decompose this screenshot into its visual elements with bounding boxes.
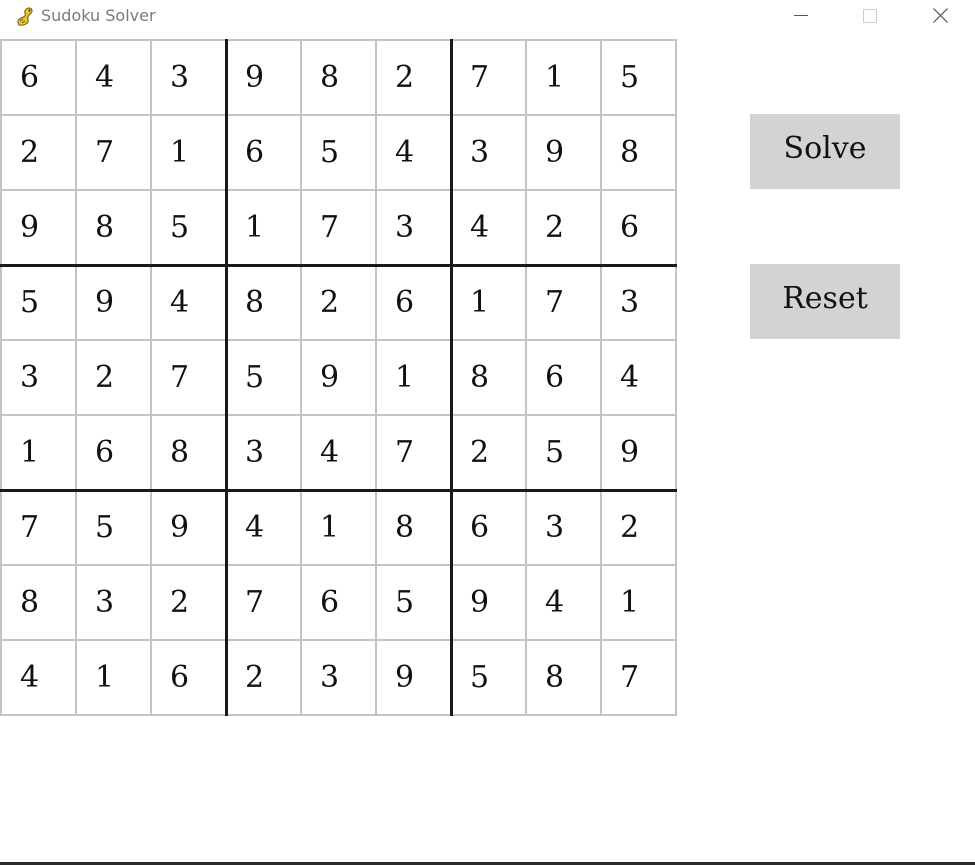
sudoku-cell[interactable]: 5 xyxy=(376,565,451,640)
sudoku-cell[interactable]: 6 xyxy=(301,565,376,640)
sudoku-cell[interactable]: 3 xyxy=(301,640,376,715)
sudoku-cell[interactable]: 2 xyxy=(376,40,451,115)
sudoku-cell[interactable]: 5 xyxy=(1,265,76,340)
sudoku-cell[interactable]: 3 xyxy=(151,40,226,115)
sudoku-cell[interactable]: 7 xyxy=(226,565,301,640)
sudoku-cell[interactable]: 3 xyxy=(601,265,676,340)
sudoku-cell[interactable]: 3 xyxy=(76,565,151,640)
sudoku-cell[interactable]: 9 xyxy=(226,40,301,115)
sudoku-cell[interactable]: 6 xyxy=(601,190,676,265)
sudoku-cell[interactable]: 7 xyxy=(151,340,226,415)
python-snake-icon xyxy=(14,5,36,27)
sudoku-cell[interactable]: 4 xyxy=(451,190,526,265)
sudoku-cell[interactable]: 6 xyxy=(76,415,151,490)
sudoku-cell[interactable]: 2 xyxy=(451,415,526,490)
sudoku-cell[interactable]: 1 xyxy=(526,40,601,115)
solve-button[interactable]: Solve xyxy=(750,114,900,189)
sudoku-cell[interactable]: 1 xyxy=(226,190,301,265)
sudoku-cell[interactable]: 6 xyxy=(151,640,226,715)
sudoku-cell[interactable]: 6 xyxy=(526,340,601,415)
sudoku-cell[interactable]: 4 xyxy=(151,265,226,340)
app-window: Sudoku Solver 64398271527165439898517342… xyxy=(0,0,975,865)
sudoku-cell[interactable]: 8 xyxy=(226,265,301,340)
sudoku-cell[interactable]: 7 xyxy=(76,115,151,190)
sudoku-cell[interactable]: 8 xyxy=(1,565,76,640)
sudoku-cell[interactable]: 5 xyxy=(301,115,376,190)
sudoku-cell[interactable]: 8 xyxy=(376,490,451,565)
sudoku-cell[interactable]: 9 xyxy=(526,115,601,190)
sudoku-cell[interactable]: 7 xyxy=(526,265,601,340)
sudoku-cell[interactable]: 1 xyxy=(151,115,226,190)
sudoku-cell[interactable]: 1 xyxy=(76,640,151,715)
sudoku-cell[interactable]: 6 xyxy=(376,265,451,340)
sudoku-cell[interactable]: 3 xyxy=(226,415,301,490)
sudoku-cell[interactable]: 8 xyxy=(451,340,526,415)
sudoku-cell[interactable]: 2 xyxy=(601,490,676,565)
sudoku-cell[interactable]: 7 xyxy=(601,640,676,715)
sudoku-cell[interactable]: 1 xyxy=(451,265,526,340)
sudoku-cell[interactable]: 9 xyxy=(1,190,76,265)
sudoku-cell[interactable]: 1 xyxy=(301,490,376,565)
sudoku-cell[interactable]: 2 xyxy=(526,190,601,265)
sudoku-cell[interactable]: 2 xyxy=(151,565,226,640)
sudoku-cell[interactable]: 4 xyxy=(76,40,151,115)
sudoku-cell[interactable]: 3 xyxy=(1,340,76,415)
sudoku-cell[interactable]: 3 xyxy=(526,490,601,565)
maximize-icon xyxy=(863,9,877,23)
sudoku-cell[interactable]: 1 xyxy=(1,415,76,490)
sudoku-cell[interactable]: 4 xyxy=(301,415,376,490)
sudoku-cell[interactable]: 1 xyxy=(376,340,451,415)
sudoku-cell[interactable]: 7 xyxy=(376,415,451,490)
sudoku-cell[interactable]: 5 xyxy=(526,415,601,490)
sudoku-cell[interactable]: 3 xyxy=(451,115,526,190)
sudoku-cell[interactable]: 4 xyxy=(376,115,451,190)
sudoku-cell[interactable]: 3 xyxy=(376,190,451,265)
sudoku-cell[interactable]: 9 xyxy=(151,490,226,565)
sudoku-cell[interactable]: 7 xyxy=(451,40,526,115)
sudoku-cell[interactable]: 7 xyxy=(301,190,376,265)
sudoku-cell[interactable]: 2 xyxy=(301,265,376,340)
sudoku-cell[interactable]: 6 xyxy=(1,40,76,115)
window-title: Sudoku Solver xyxy=(41,6,156,25)
sudoku-cell[interactable]: 9 xyxy=(601,415,676,490)
sudoku-cell[interactable]: 5 xyxy=(601,40,676,115)
sudoku-cell[interactable]: 8 xyxy=(151,415,226,490)
sudoku-cell[interactable]: 9 xyxy=(451,565,526,640)
title-bar[interactable]: Sudoku Solver xyxy=(0,0,975,32)
reset-button[interactable]: Reset xyxy=(750,264,900,339)
sudoku-cell[interactable]: 9 xyxy=(76,265,151,340)
sudoku-cell[interactable]: 9 xyxy=(301,340,376,415)
sudoku-cell[interactable]: 4 xyxy=(601,340,676,415)
sudoku-cell[interactable]: 2 xyxy=(226,640,301,715)
sudoku-cell[interactable]: 2 xyxy=(76,340,151,415)
sudoku-board: 6439827152716543989851734265948261733275… xyxy=(0,39,677,716)
sudoku-cell[interactable]: 8 xyxy=(526,640,601,715)
sudoku-cell[interactable]: 4 xyxy=(1,640,76,715)
maximize-button[interactable] xyxy=(846,0,892,32)
sudoku-cell[interactable]: 5 xyxy=(76,490,151,565)
sudoku-cell[interactable]: 1 xyxy=(601,565,676,640)
sudoku-cell[interactable]: 9 xyxy=(376,640,451,715)
sudoku-cell[interactable]: 6 xyxy=(451,490,526,565)
minimize-icon xyxy=(794,15,808,16)
sudoku-cell[interactable]: 5 xyxy=(226,340,301,415)
sudoku-cell[interactable]: 8 xyxy=(76,190,151,265)
sudoku-cell[interactable]: 5 xyxy=(151,190,226,265)
sudoku-cell[interactable]: 2 xyxy=(1,115,76,190)
sudoku-cell[interactable]: 8 xyxy=(301,40,376,115)
sudoku-cell[interactable]: 8 xyxy=(601,115,676,190)
minimize-button[interactable] xyxy=(777,0,823,32)
sudoku-cell[interactable]: 4 xyxy=(526,565,601,640)
sudoku-cell[interactable]: 5 xyxy=(451,640,526,715)
sudoku-cell[interactable]: 6 xyxy=(226,115,301,190)
sudoku-cell[interactable]: 4 xyxy=(226,490,301,565)
sudoku-cell[interactable]: 7 xyxy=(1,490,76,565)
close-button[interactable] xyxy=(917,0,963,32)
close-icon xyxy=(933,8,948,23)
